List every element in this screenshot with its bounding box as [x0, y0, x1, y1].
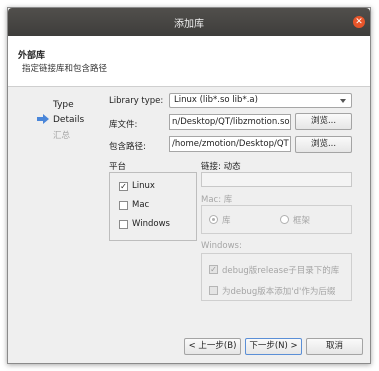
- step-summary: 汇总: [53, 131, 71, 141]
- debug-suffix-label: 为debug版本添加'd'作为后缀: [222, 287, 336, 297]
- chevron-down-icon: [340, 99, 346, 103]
- library-file-input[interactable]: n/Desktop/QT/libzmotion.so: [169, 114, 291, 130]
- mac-framework-label: 框架: [293, 216, 311, 226]
- mac-label: Mac: [132, 200, 150, 210]
- link-field: [201, 172, 352, 187]
- linux-label: Linux: [132, 181, 155, 191]
- debug-suffix-checkbox[interactable]: [209, 286, 218, 295]
- browse-library-button[interactable]: 浏览...: [295, 113, 352, 130]
- back-button[interactable]: < 上一步(B): [184, 338, 241, 355]
- mac-framework-radio[interactable]: [280, 215, 289, 224]
- include-path-input[interactable]: /home/zmotion/Desktop/QT: [169, 136, 291, 152]
- header-subtitle: 指定链接库和包含路径: [22, 64, 108, 74]
- mac-library-radio[interactable]: [209, 215, 218, 224]
- title-bar[interactable]: 添加库 ✕: [8, 8, 370, 36]
- browse-include-button[interactable]: 浏览...: [295, 136, 352, 153]
- window-title: 添加库: [174, 19, 204, 30]
- current-step-arrow-icon: [37, 114, 49, 124]
- cancel-button[interactable]: 取消: [306, 338, 363, 355]
- step-type: Type: [53, 100, 74, 110]
- linux-checkbox[interactable]: ✓: [119, 182, 128, 191]
- platform-label: 平台: [109, 162, 127, 172]
- windows-label: Windows: [132, 219, 170, 229]
- library-type-select[interactable]: Linux (lib*.so lib*.a): [169, 93, 352, 108]
- mac-library-label: 库: [222, 216, 231, 226]
- mac-checkbox[interactable]: [119, 201, 128, 210]
- debug-subdir-label: debug版release子目录下的库: [222, 266, 340, 276]
- mac-section-label: Mac: 库: [201, 195, 233, 205]
- debug-subdir-checkbox[interactable]: ✓: [209, 265, 218, 274]
- windows-section-label: Windows:: [201, 241, 242, 251]
- windows-checkbox[interactable]: [119, 220, 128, 229]
- close-icon[interactable]: ✕: [353, 16, 365, 28]
- library-type-value: Linux (lib*.so lib*.a): [174, 95, 258, 105]
- wizard-header: 外部库 指定链接库和包含路径: [8, 36, 370, 87]
- library-type-label: Library type:: [109, 96, 164, 106]
- add-library-dialog: 添加库 ✕ 外部库 指定链接库和包含路径 Type Details 汇总 Lib…: [7, 7, 371, 364]
- step-details: Details: [53, 115, 85, 125]
- header-title: 外部库: [18, 51, 46, 61]
- link-label: 链接: 动态: [201, 162, 241, 172]
- library-file-label: 库文件:: [109, 120, 138, 130]
- include-path-label: 包含路径:: [109, 142, 146, 152]
- next-button[interactable]: 下一步(N) >: [245, 338, 302, 355]
